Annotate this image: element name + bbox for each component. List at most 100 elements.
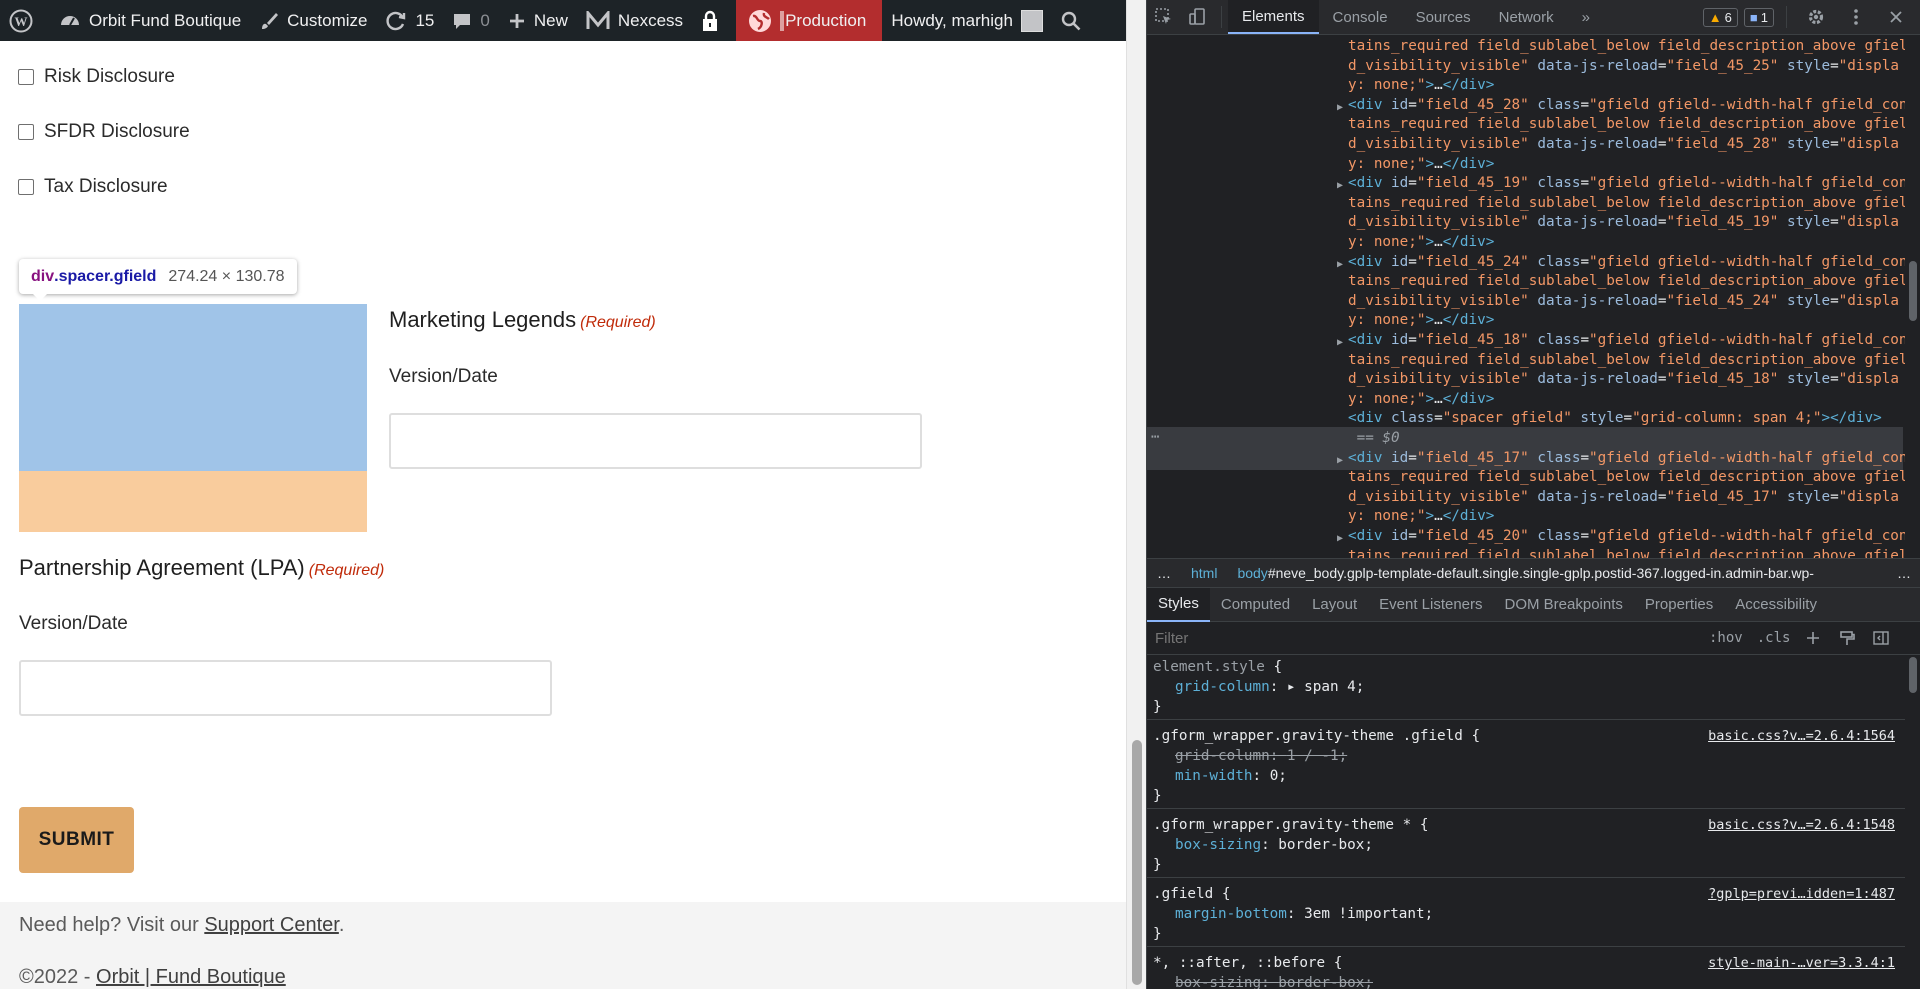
page-scrollbar-thumb[interactable]	[1132, 740, 1142, 985]
dom-node-line[interactable]: d_visibility_visible" data-js-reload="fi…	[1348, 57, 1908, 76]
messages-badge[interactable]: ■ 1	[1743, 7, 1774, 27]
dom-node-line[interactable]: d_visibility_visible" data-js-reload="fi…	[1348, 135, 1908, 154]
inspect-element-button[interactable]	[1147, 0, 1181, 34]
submit-button[interactable]: SUBMIT	[19, 807, 134, 873]
warnings-badge[interactable]: ▲ 6	[1702, 7, 1738, 27]
subtab-accessibility[interactable]: Accessibility	[1724, 588, 1828, 622]
rule-source-link[interactable]: ?gplp=previ…idden=1:487	[1708, 884, 1895, 904]
nexcess-button[interactable]: Nexcess	[577, 0, 692, 41]
checkbox-risk-disclosure[interactable]: Risk Disclosure	[18, 66, 175, 88]
style-declaration[interactable]: margin-bottom: 3em !important;	[1153, 904, 1899, 924]
styles-filter-input[interactable]	[1155, 626, 1695, 650]
dom-node-line[interactable]: <div id="field_45_20" class="gfield gfie…	[1348, 527, 1908, 546]
dom-node-line[interactable]: <div id="field_45_17" class="gfield gfie…	[1348, 449, 1908, 468]
new-style-rule-button[interactable]	[1802, 627, 1824, 649]
declaration-value[interactable]: 0	[1270, 768, 1279, 784]
lock-button[interactable]	[692, 0, 736, 41]
dom-tree-scrollbar-thumb[interactable]	[1909, 261, 1917, 321]
page-scrollbar[interactable]	[1126, 0, 1146, 989]
breadcrumb-item[interactable]: html	[1181, 565, 1227, 581]
updates-button[interactable]: 15	[376, 0, 443, 41]
style-declaration[interactable]: grid-column: 1 / -1;	[1153, 746, 1899, 766]
breadcrumb-item[interactable]: …	[1147, 565, 1181, 581]
dom-node-line[interactable]: y: none;">…</div>	[1348, 155, 1908, 174]
dom-node-line[interactable]: d_visibility_visible" data-js-reload="fi…	[1348, 292, 1908, 311]
declaration-property[interactable]: box-sizing	[1175, 837, 1261, 853]
declaration-value[interactable]: border-box	[1278, 837, 1364, 853]
style-declaration[interactable]: box-sizing: border-box;	[1153, 973, 1899, 989]
dom-node-line[interactable]: tains_required field_sublabel_below fiel…	[1348, 37, 1908, 56]
rule-selector[interactable]: element.style {	[1153, 657, 1899, 677]
production-environment-button[interactable]: Production	[736, 0, 883, 41]
class-toggle[interactable]: .cls	[1757, 630, 1791, 646]
styles-scrollbar[interactable]	[1905, 655, 1920, 989]
checkbox-box[interactable]	[18, 179, 34, 195]
marketing-version-date-input[interactable]	[389, 413, 922, 469]
comments-button[interactable]: 0	[443, 0, 498, 41]
declaration-value[interactable]: 1 / -1	[1287, 748, 1339, 764]
dom-node-line[interactable]: y: none;">…</div>	[1348, 76, 1908, 95]
tab-console[interactable]: Console	[1319, 0, 1402, 34]
device-toolbar-button[interactable]	[1181, 0, 1215, 34]
dom-node-line[interactable]: d_visibility_visible" data-js-reload="fi…	[1348, 488, 1908, 507]
checkbox-sfdr-disclosure[interactable]: SFDR Disclosure	[18, 121, 190, 143]
subtab-layout[interactable]: Layout	[1301, 588, 1368, 622]
lpa-version-date-input[interactable]	[19, 660, 552, 716]
my-account-button[interactable]: Howdy, marhigh	[882, 0, 1052, 41]
declaration-value[interactable]: 3em !important	[1304, 906, 1425, 922]
breadcrumb-item[interactable]: body#neve_body.gplp-template-default.sin…	[1227, 565, 1887, 581]
site-name-button[interactable]: Orbit Fund Boutique	[50, 0, 250, 41]
dom-tree-scrollbar[interactable]	[1905, 35, 1920, 558]
dom-node-line[interactable]: y: none;">…</div>	[1348, 233, 1908, 252]
new-content-button[interactable]: New	[499, 0, 577, 41]
dom-node-line[interactable]: tains_required field_sublabel_below fiel…	[1348, 468, 1908, 487]
dom-node-line[interactable]: tains_required field_sublabel_below fiel…	[1348, 194, 1908, 213]
adminbar-search-button[interactable]	[1052, 0, 1098, 41]
dom-node-line[interactable]: tains_required field_sublabel_below fiel…	[1348, 547, 1908, 558]
breadcrumb-item[interactable]: …	[1887, 565, 1920, 581]
rule-source-link[interactable]: style-main-…ver=3.3.4:1	[1708, 953, 1895, 973]
subtab-event-listeners[interactable]: Event Listeners	[1368, 588, 1493, 622]
checkbox-box[interactable]	[18, 124, 34, 140]
dom-node-line[interactable]: tains_required field_sublabel_below fiel…	[1348, 351, 1908, 370]
checkbox-box[interactable]	[18, 69, 34, 85]
dom-node-line[interactable]: y: none;">…</div>	[1348, 507, 1908, 526]
settings-button[interactable]	[1799, 0, 1833, 34]
expand-node-icon[interactable]: ▶	[1337, 529, 1343, 548]
subtab-styles[interactable]: Styles	[1147, 587, 1210, 622]
tab-network[interactable]: Network	[1485, 0, 1568, 34]
declaration-property[interactable]: min-width	[1175, 768, 1252, 784]
expand-node-icon[interactable]: ▶	[1337, 255, 1343, 274]
dom-node-line[interactable]: d_visibility_visible" data-js-reload="fi…	[1348, 213, 1908, 232]
expand-node-icon[interactable]: ▶	[1337, 176, 1343, 195]
styles-scrollbar-thumb[interactable]	[1909, 657, 1917, 693]
customize-devtools-button[interactable]	[1839, 0, 1873, 34]
toggle-sidebar-button[interactable]	[1870, 627, 1892, 649]
expand-node-icon[interactable]: ▶	[1337, 98, 1343, 117]
subtab-dom-breakpoints[interactable]: DOM Breakpoints	[1494, 588, 1634, 622]
declaration-property[interactable]: grid-column	[1175, 748, 1270, 764]
subtab-properties[interactable]: Properties	[1634, 588, 1724, 622]
checkbox-tax-disclosure[interactable]: Tax Disclosure	[18, 176, 168, 198]
expand-node-icon[interactable]: ▶	[1337, 451, 1343, 470]
dom-node-line[interactable]: y: none;">…</div>	[1348, 390, 1908, 409]
dom-node-line[interactable]: tains_required field_sublabel_below fiel…	[1348, 115, 1908, 134]
dom-node-line[interactable]: <div id="field_45_24" class="gfield gfie…	[1348, 253, 1908, 272]
element-state-button[interactable]	[1836, 627, 1858, 649]
more-tabs-button[interactable]: »	[1568, 0, 1604, 34]
close-devtools-button[interactable]	[1879, 0, 1913, 34]
rule-source-link[interactable]: basic.css?v…=2.6.4:1548	[1708, 815, 1895, 835]
site-home-link[interactable]: Orbit | Fund Boutique	[96, 966, 286, 988]
tab-elements[interactable]: Elements	[1228, 0, 1319, 34]
declaration-property[interactable]: box-sizing	[1175, 975, 1261, 989]
dom-node-line[interactable]: tains_required field_sublabel_below fiel…	[1348, 272, 1908, 291]
dom-node-line[interactable]: <div id="field_45_28" class="gfield gfie…	[1348, 96, 1908, 115]
node-actions-icon[interactable]: ⋯	[1151, 428, 1159, 447]
wordpress-logo-button[interactable]: W	[0, 0, 50, 41]
dom-node-line-selected[interactable]: == $0	[1348, 429, 1908, 448]
expand-node-icon[interactable]: ▶	[1337, 333, 1343, 352]
dom-node-line-selected[interactable]: <div class="spacer gfield" style="grid-c…	[1348, 409, 1908, 428]
customize-button[interactable]: Customize	[250, 0, 376, 41]
dom-node-line[interactable]: d_visibility_visible" data-js-reload="fi…	[1348, 370, 1908, 389]
declaration-property[interactable]: grid-column	[1175, 679, 1270, 695]
